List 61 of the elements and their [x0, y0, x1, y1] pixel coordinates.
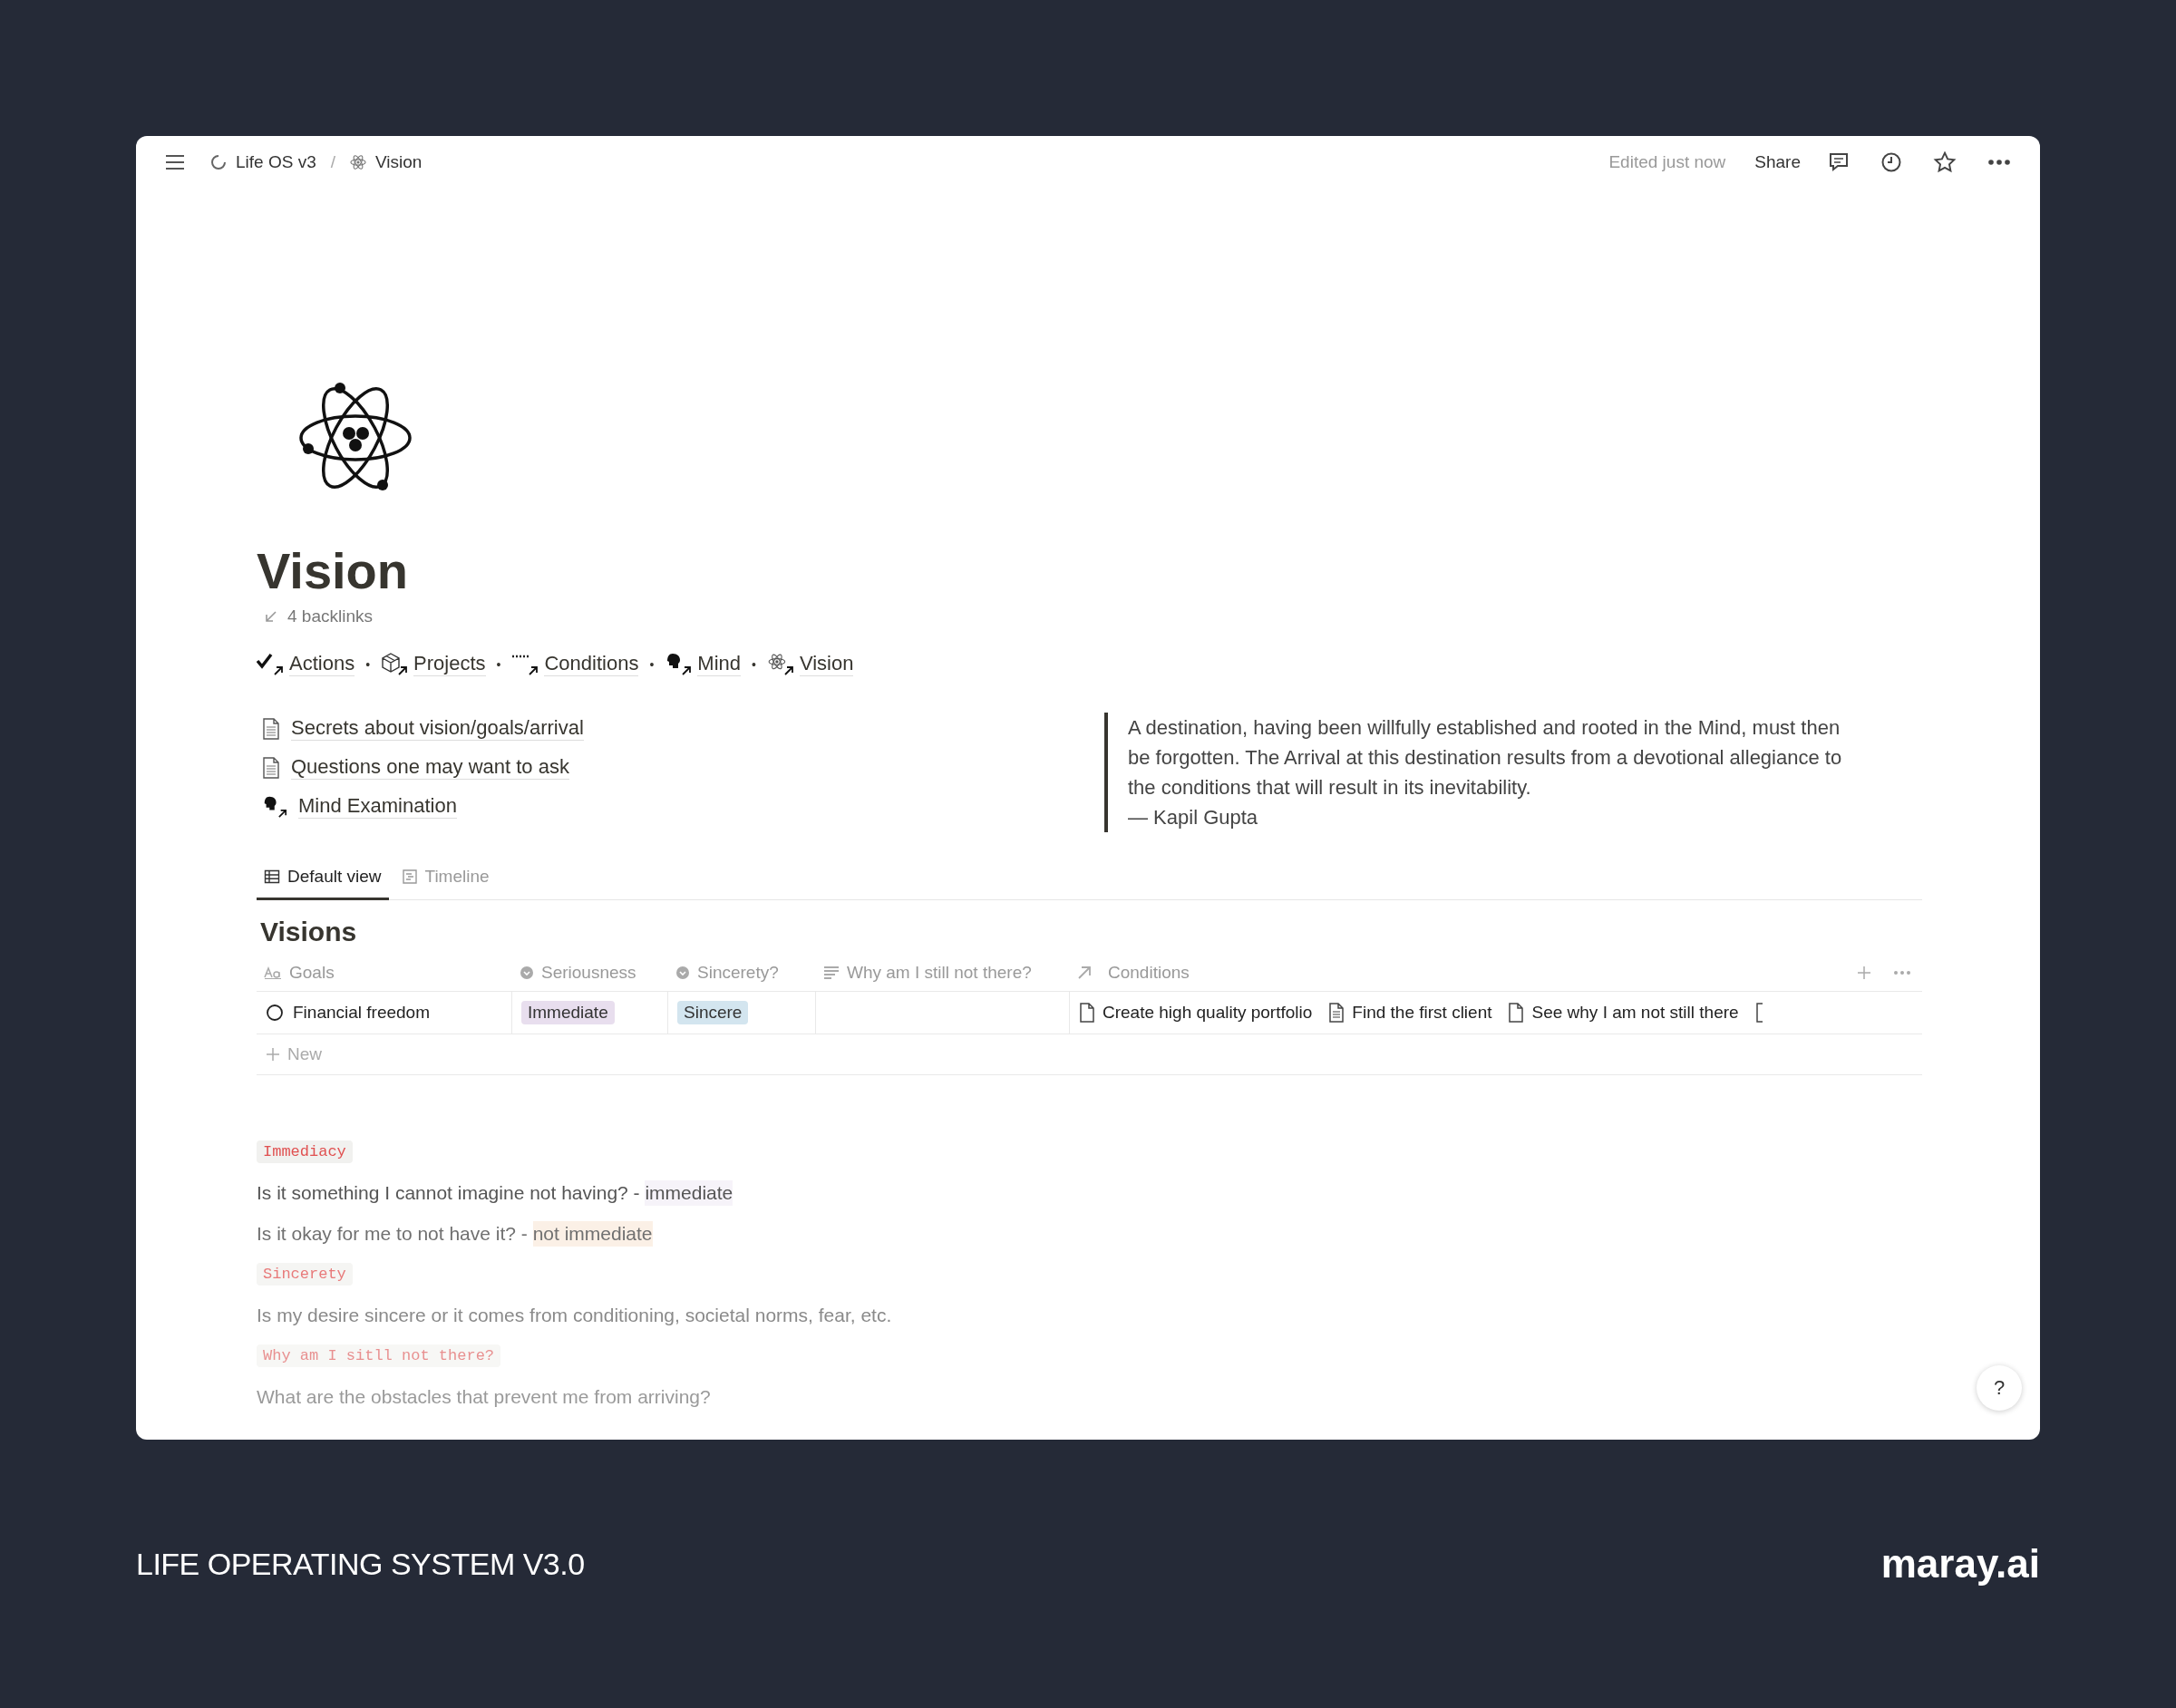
atom-link-icon — [766, 652, 794, 676]
help-button[interactable]: ? — [1977, 1365, 2022, 1411]
subpage-link[interactable]: Secrets about vision/goals/arrival — [257, 716, 1104, 742]
separator-dot: • — [752, 656, 756, 672]
note-text: Is my desire sincere or it comes from conditioning, societal norms, fear, etc. — [257, 1303, 893, 1327]
menu-icon[interactable] — [165, 154, 185, 170]
more-icon[interactable] — [1987, 159, 2011, 166]
plus-icon — [266, 1047, 280, 1063]
clock-icon[interactable] — [1880, 151, 1902, 173]
arrow-icon — [264, 609, 278, 625]
text-type-icon — [264, 966, 282, 980]
page-link[interactable]: Projects — [381, 652, 486, 677]
breadcrumb-link[interactable]: Life OS v3 — [205, 152, 322, 172]
page-title: Vision — [257, 541, 409, 601]
page-link[interactable]: Actions — [257, 652, 355, 677]
select-tag: Immediate — [521, 1001, 615, 1025]
page-link[interactable]: Conditions — [511, 652, 639, 677]
backlinks-link[interactable]: 4 backlinks — [257, 601, 380, 633]
subpage-link[interactable]: Mind Examination — [257, 794, 1104, 820]
inline-code: Immediacy — [257, 1140, 353, 1164]
cube-link-icon — [381, 652, 409, 676]
relation-link[interactable]: Create high quality portfolio — [1079, 1003, 1313, 1024]
select-tag: Sincere — [677, 1001, 749, 1025]
footer-title: LIFE OPERATING SYSTEM V3.0 — [136, 1546, 585, 1582]
page-link[interactable]: Mind — [665, 652, 741, 677]
select-icon — [520, 966, 534, 981]
relation-link[interactable]: Find the first client — [1328, 1003, 1492, 1024]
spinner-icon — [210, 154, 227, 170]
page-link[interactable]: Vision — [766, 652, 854, 677]
brand-logo: maray.ai — [1880, 1541, 2040, 1587]
inline-code: Why am I sitll not there? — [257, 1344, 501, 1368]
breadcrumb-link[interactable]: Vision — [345, 152, 428, 172]
select-icon — [675, 966, 690, 981]
inline-code: Sincerety — [257, 1263, 353, 1286]
quote-text: A destination, having been willfully established and rooted in the Mind, must then be forgotten. The Arrival at this destination results from a devotional allegiance to the conditions that will result in its inevitability. — [1128, 715, 1843, 801]
database-title: Visions — [260, 917, 358, 948]
subpage-link[interactable]: Questions one may want to ask — [257, 755, 1104, 781]
edited-status: Edited just now — [1608, 152, 1726, 172]
separator-dot: • — [496, 656, 501, 672]
atom-icon — [350, 154, 366, 170]
head-link-icon — [665, 652, 693, 676]
star-icon[interactable] — [1933, 150, 1957, 174]
share-button[interactable]: Share — [1747, 149, 1808, 176]
text-lines-icon — [823, 966, 840, 981]
note-text: What are the obstacles that prevent me from arriving? — [257, 1384, 712, 1409]
head-link-icon — [262, 794, 287, 819]
separator-dot: • — [365, 656, 371, 672]
arrow-icon — [1077, 966, 1092, 981]
separator-dot: • — [649, 656, 655, 672]
note-text: Is it something I cannot imagine not having? - immediate — [257, 1172, 1922, 1214]
timeline-icon — [401, 869, 418, 886]
relation-link[interactable]: See why I am not still there — [1508, 1003, 1739, 1024]
checkmark-link-icon — [257, 652, 284, 676]
view-tab[interactable]: Default view — [257, 859, 389, 901]
circle-icon — [266, 1004, 284, 1023]
comment-icon[interactable] — [1828, 151, 1850, 173]
quote-author: — Kapil Gupta — [1128, 805, 1259, 831]
breadcrumb-separator: / — [330, 152, 335, 172]
table-icon — [264, 869, 280, 886]
note-text: Is it okay for me to not have it? - not immediate — [257, 1213, 1922, 1255]
goal-cell[interactable]: Financial freedom — [257, 992, 512, 1034]
